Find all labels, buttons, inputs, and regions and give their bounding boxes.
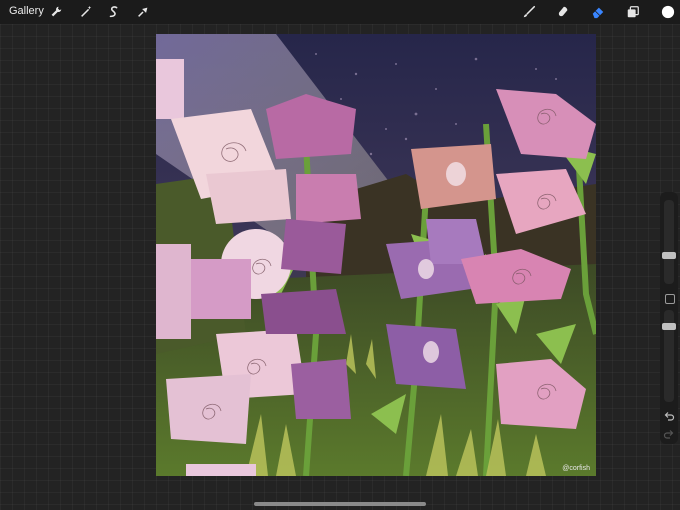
drawing-canvas[interactable]: @corfish bbox=[156, 34, 596, 476]
sidebar-controls bbox=[660, 192, 678, 444]
transform-button[interactable] bbox=[134, 3, 152, 21]
gallery-button[interactable]: Gallery bbox=[9, 5, 44, 17]
color-swatch bbox=[661, 5, 675, 19]
selection-button[interactable] bbox=[105, 3, 123, 21]
eraser-icon bbox=[592, 7, 604, 19]
layers-icon bbox=[627, 6, 639, 18]
artist-signature: @corfish bbox=[562, 465, 590, 472]
color-picker-button[interactable] bbox=[659, 3, 677, 21]
layers-button[interactable] bbox=[624, 3, 642, 21]
selection-icon bbox=[109, 6, 118, 18]
home-indicator[interactable] bbox=[254, 502, 426, 506]
transform-arrow-icon bbox=[138, 7, 148, 17]
opacity-thumb[interactable] bbox=[662, 323, 676, 330]
paint-brush-button[interactable] bbox=[520, 3, 538, 21]
brush-icon bbox=[523, 5, 536, 18]
actions-wrench-button[interactable] bbox=[47, 3, 65, 21]
smudge-button[interactable] bbox=[554, 3, 572, 21]
eraser-button[interactable] bbox=[589, 3, 607, 21]
undo-icon[interactable] bbox=[663, 410, 675, 422]
opacity-slider[interactable] bbox=[662, 310, 676, 402]
brush-size-slider[interactable] bbox=[662, 200, 676, 284]
brush-size-thumb[interactable] bbox=[662, 252, 676, 259]
top-toolbar: Gallery bbox=[0, 0, 680, 24]
redo-icon[interactable] bbox=[663, 428, 675, 440]
smudge-icon bbox=[558, 6, 568, 17]
magic-wand-icon bbox=[81, 5, 92, 17]
adjustments-button[interactable] bbox=[77, 3, 95, 21]
wrench-icon bbox=[51, 6, 62, 17]
modify-button[interactable] bbox=[665, 294, 675, 304]
flower-painting bbox=[156, 34, 596, 476]
